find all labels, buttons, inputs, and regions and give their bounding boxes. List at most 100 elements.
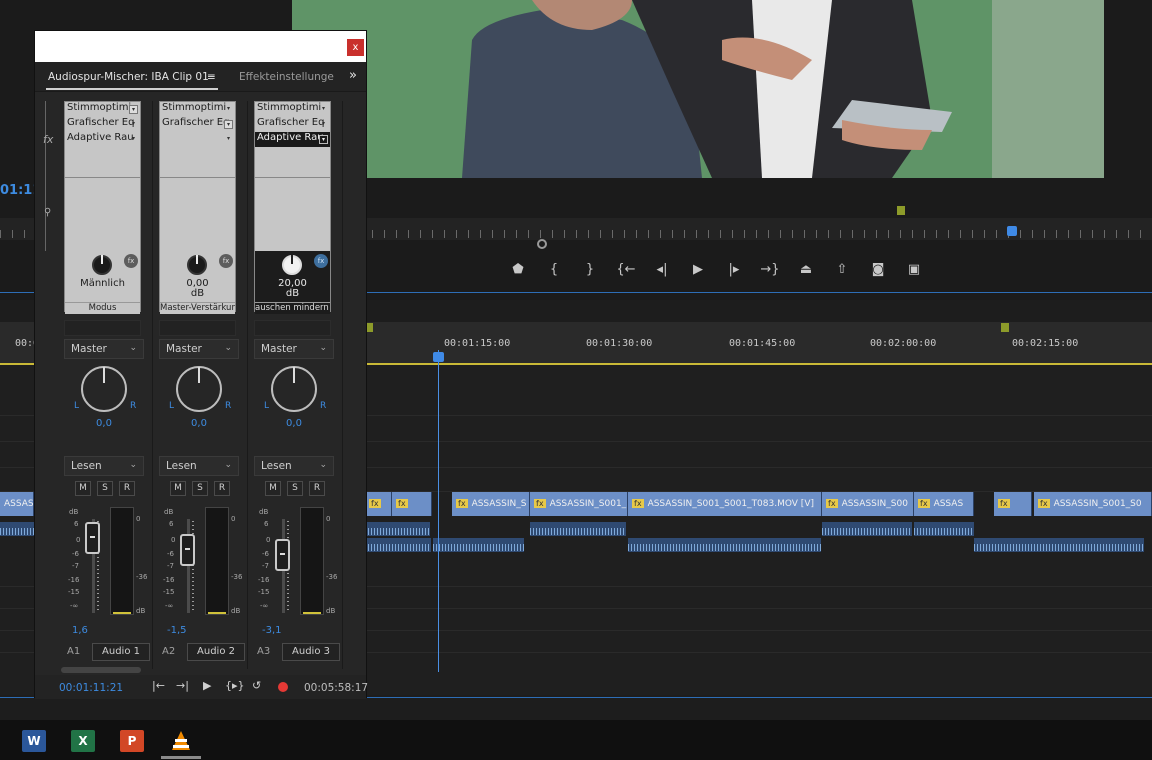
output-routing-dropdown[interactable]: Master ⌄: [159, 339, 239, 359]
effect-slot[interactable]: Stimmoptimi ▾: [255, 102, 330, 117]
step-back-icon[interactable]: ◂|: [644, 256, 680, 282]
monitor-playhead[interactable]: [1007, 226, 1017, 236]
panel-titlebar[interactable]: x: [35, 31, 366, 62]
pan-value[interactable]: 0,0: [159, 418, 239, 429]
video-clip[interactable]: fx: [365, 492, 392, 516]
parameter-select[interactable]: auschen mindern um: [255, 302, 330, 314]
fx-bypass-icon[interactable]: fx: [219, 254, 233, 268]
video-clip[interactable]: fx ASSASSIN_S001_S0: [1034, 492, 1152, 516]
pan-knob[interactable]: [81, 366, 127, 412]
tab-effect-controls[interactable]: Effekteinstellunge: [239, 71, 334, 83]
parameter-select[interactable]: Master-Verstärkung: [160, 302, 235, 314]
in-point-icon[interactable]: {: [536, 256, 572, 282]
compare-icon[interactable]: ▣: [896, 256, 932, 282]
automation-mode-dropdown[interactable]: Lesen ⌄: [254, 456, 334, 476]
more-tabs-icon[interactable]: »: [349, 68, 357, 83]
go-to-out-icon[interactable]: →}: [752, 256, 788, 282]
audio-clip[interactable]: [0, 522, 34, 536]
volume-value[interactable]: 1,6: [72, 625, 88, 636]
step-forward-icon[interactable]: |▸: [716, 256, 752, 282]
track-name-field[interactable]: Audio 2: [187, 643, 245, 661]
mute-button[interactable]: M: [170, 481, 186, 496]
effect-slot-selected[interactable]: Adaptive Rau ▾: [255, 132, 330, 147]
audio-clip[interactable]: [628, 538, 821, 552]
video-clip[interactable]: fx ASSASSIN_S001_S001_T083.MOV [V]: [628, 492, 822, 516]
video-clip[interactable]: ASSASSIN_S001_: [0, 492, 34, 516]
vlc-icon[interactable]: [169, 730, 193, 752]
zoom-handle[interactable]: [537, 239, 547, 249]
automation-mode-dropdown[interactable]: Lesen ⌄: [64, 456, 144, 476]
effect-slot[interactable]: Stimmoptimi ▾: [160, 102, 235, 117]
parameter-select[interactable]: Modus: [65, 302, 140, 314]
automation-mode-dropdown[interactable]: Lesen ⌄: [159, 456, 239, 476]
play-icon[interactable]: ▶: [203, 679, 211, 692]
volume-value[interactable]: -3,1: [262, 625, 282, 636]
timeline-playhead[interactable]: [433, 352, 444, 362]
go-to-out-icon[interactable]: →|: [176, 679, 189, 692]
record-enable-button[interactable]: R: [214, 481, 230, 496]
excel-icon[interactable]: X: [71, 730, 95, 752]
fx-bypass-icon[interactable]: fx: [124, 254, 138, 268]
record-enable-button[interactable]: R: [309, 481, 325, 496]
close-button[interactable]: x: [347, 39, 364, 56]
play-icon[interactable]: ▶: [680, 256, 716, 282]
effect-slot[interactable]: Grafischer Eq ▾: [160, 117, 235, 132]
go-to-in-icon[interactable]: {←: [608, 256, 644, 282]
video-clip[interactable]: fx: [994, 492, 1032, 516]
audio-clip[interactable]: [914, 522, 974, 536]
video-clip[interactable]: fx ASSASSIN_S00: [822, 492, 914, 516]
current-timecode[interactable]: 00:01:11:21: [59, 682, 123, 694]
pan-value[interactable]: 0,0: [254, 418, 334, 429]
pan-knob[interactable]: [176, 366, 222, 412]
play-in-to-out-icon[interactable]: {▸}: [225, 679, 245, 692]
powerpoint-icon[interactable]: P: [120, 730, 144, 752]
volume-fader[interactable]: [85, 522, 100, 554]
go-to-in-icon[interactable]: |←: [152, 679, 165, 692]
parameter-knob[interactable]: [187, 255, 207, 275]
audio-clip[interactable]: [974, 538, 1144, 552]
pan-value[interactable]: 0,0: [64, 418, 144, 429]
effect-slot[interactable]: Adaptive Rau ▾: [65, 132, 140, 147]
video-clip[interactable]: fx ASSAS: [914, 492, 974, 516]
solo-button[interactable]: S: [192, 481, 208, 496]
tab-audio-track-mixer[interactable]: Audiospur-Mischer: IBA Clip 01: [48, 71, 209, 83]
mixer-scrollbar[interactable]: [61, 667, 141, 673]
audio-clip[interactable]: [822, 522, 912, 536]
record-icon[interactable]: [278, 682, 288, 692]
pan-knob[interactable]: [271, 366, 317, 412]
marker-icon[interactable]: [897, 206, 905, 215]
parameter-knob[interactable]: [92, 255, 112, 275]
camera-icon[interactable]: ◙: [860, 256, 896, 282]
effect-slot[interactable]: Grafischer Eq ▾: [65, 117, 140, 132]
volume-value[interactable]: -1,5: [167, 625, 187, 636]
video-clip[interactable]: fx: [392, 492, 432, 516]
solo-button[interactable]: S: [287, 481, 303, 496]
mute-button[interactable]: M: [265, 481, 281, 496]
volume-fader[interactable]: [180, 534, 195, 566]
marker-icon[interactable]: [1001, 323, 1009, 332]
parameter-knob[interactable]: [282, 255, 302, 275]
mute-button[interactable]: M: [75, 481, 91, 496]
panel-menu-icon[interactable]: ≡: [207, 71, 216, 83]
track-name-field[interactable]: Audio 3: [282, 643, 340, 661]
marker-icon[interactable]: ⬟: [500, 256, 536, 282]
volume-fader[interactable]: [275, 539, 290, 571]
audio-clip[interactable]: [530, 522, 626, 536]
output-routing-dropdown[interactable]: Master ⌄: [254, 339, 334, 359]
effect-slot[interactable]: ▾: [160, 132, 235, 147]
track-name-field[interactable]: Audio 1: [92, 643, 150, 661]
word-icon[interactable]: W: [22, 730, 46, 752]
send-slot[interactable]: [254, 320, 331, 336]
send-slot[interactable]: [64, 320, 141, 336]
effect-slot[interactable]: Stimmoptimi ▾: [65, 102, 140, 117]
effect-slot[interactable]: Grafischer Eq ▾: [255, 117, 330, 132]
fx-bypass-icon[interactable]: fx: [314, 254, 328, 268]
audio-clip[interactable]: [365, 522, 430, 536]
lift-icon[interactable]: ⏏: [788, 256, 824, 282]
video-clip[interactable]: fx ASSASSIN_S001_: [530, 492, 628, 516]
send-slot[interactable]: [159, 320, 236, 336]
record-enable-button[interactable]: R: [119, 481, 135, 496]
solo-button[interactable]: S: [97, 481, 113, 496]
output-routing-dropdown[interactable]: Master ⌄: [64, 339, 144, 359]
loop-icon[interactable]: ↺: [252, 679, 261, 692]
